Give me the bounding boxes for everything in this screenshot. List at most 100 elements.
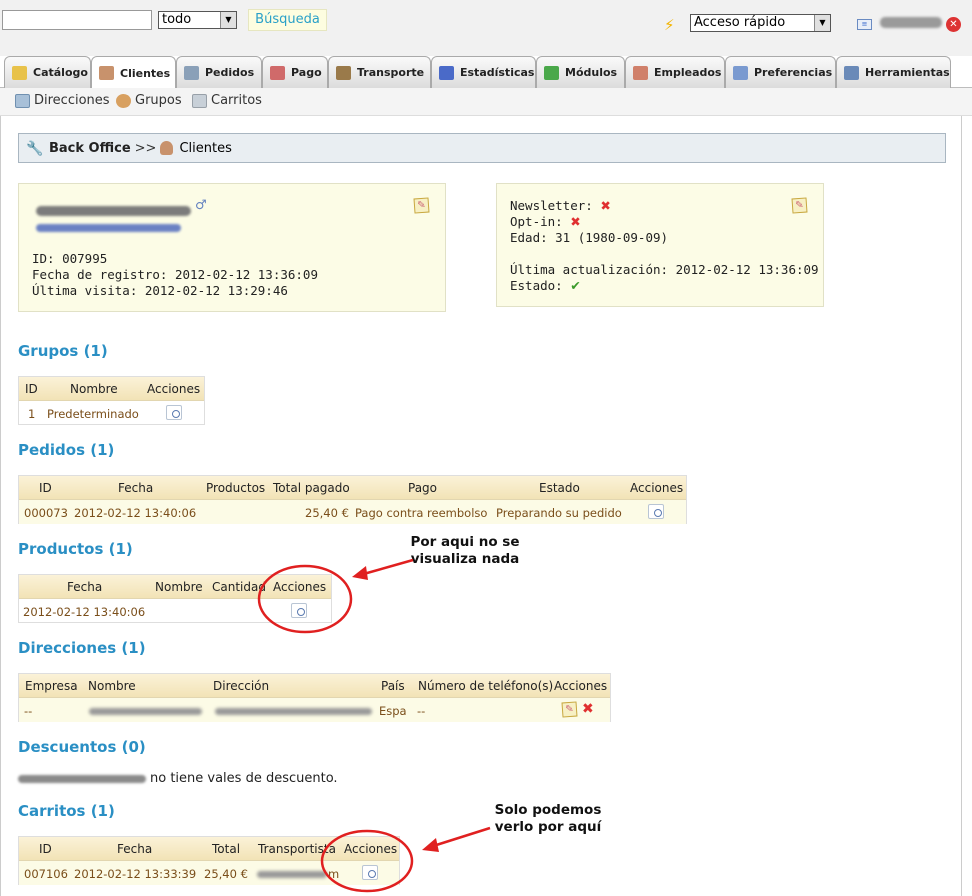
cell: m <box>328 867 340 881</box>
column-header: Fecha <box>117 842 153 856</box>
subnav-carritos[interactable]: Carritos <box>192 93 262 108</box>
address-redacted <box>215 708 372 715</box>
addresses-title: Direcciones (1) <box>18 639 146 657</box>
tab-catalogo[interactable]: Catálogo <box>4 56 91 88</box>
column-header: Transportista <box>258 842 336 856</box>
tab-clientes[interactable]: Clientes <box>91 56 176 89</box>
customer-info-box: ♂ ✎ ID: 007995 Fecha de registro: 2012-0… <box>18 183 446 312</box>
cell: Predeterminado <box>47 407 139 421</box>
search-button[interactable]: Búsqueda <box>248 9 327 31</box>
tab-pago[interactable]: Pago <box>262 56 328 88</box>
search-input[interactable] <box>2 10 152 30</box>
annotation-note-1: Por aqui no se visualiza nada <box>410 534 520 567</box>
cell: 000073 <box>24 506 68 520</box>
payment-icon <box>270 65 285 80</box>
cell: 2012-02-12 13:40:06 <box>74 506 197 520</box>
addresses-table: Empresa Nombre Dirección País Número de … <box>18 673 611 722</box>
bar-chart-icon <box>439 65 454 80</box>
cart-icon <box>184 65 199 80</box>
view-details-icon[interactable] <box>166 405 182 420</box>
column-header: Pago <box>408 481 438 495</box>
cart-icon <box>192 93 207 108</box>
column-header: Productos <box>206 481 266 495</box>
cell: 2012-02-12 13:40:06 <box>23 605 146 619</box>
table-row[interactable]: -- Espa -- ✎ ✖ <box>19 698 610 722</box>
column-header: Acciones <box>147 382 201 396</box>
chevron-down-icon: ▼ <box>814 15 830 31</box>
view-details-icon[interactable] <box>291 603 307 618</box>
annotation-note-2: Solo podemos verlo por aquí <box>494 802 602 835</box>
column-header: Acciones <box>344 842 398 856</box>
view-details-icon[interactable] <box>362 865 378 880</box>
cell: 2012-02-12 13:33:39 <box>74 867 197 881</box>
user-name-redacted <box>880 17 942 28</box>
logout-icon[interactable]: ✕ <box>946 17 961 32</box>
group-icon <box>116 93 131 108</box>
quick-access-select[interactable]: Acceso rápido ▼ <box>690 14 831 32</box>
tab-estadisticas[interactable]: Estadísticas <box>431 56 536 88</box>
tab-transporte[interactable]: Transporte <box>328 56 431 88</box>
table-row[interactable]: 007106 2012-02-12 13:33:39 25,40 € m <box>19 861 399 885</box>
customer-name-redacted <box>18 775 146 783</box>
tab-pedidos[interactable]: Pedidos <box>176 56 262 88</box>
carrier-redacted <box>257 871 327 878</box>
puzzle-icon <box>544 65 559 80</box>
column-header: Cantidad <box>212 580 266 594</box>
table-row[interactable]: 2012-02-12 13:40:06 <box>19 599 331 623</box>
column-header: ID <box>39 842 52 856</box>
id-card-icon[interactable]: ≡ <box>857 19 872 30</box>
search-scope-select[interactable]: todo ▼ <box>158 11 237 29</box>
edit-icon[interactable]: ✎ <box>413 197 430 214</box>
truck-icon <box>336 65 351 80</box>
customer-last-visit: Última visita: 2012-02-12 13:29:46 <box>32 283 288 298</box>
preferences-icon <box>733 65 748 80</box>
column-header: Fecha <box>118 481 154 495</box>
table-row[interactable]: 1 Predeterminado <box>19 401 204 425</box>
discounts-text: no tiene vales de descuento. <box>150 771 338 786</box>
column-header: Estado <box>539 481 580 495</box>
tab-empleados[interactable]: Empleados <box>625 56 725 88</box>
column-header: Nombre <box>155 580 203 594</box>
age-line: Edad: 31 (1980-09-09) <box>510 230 669 245</box>
quick-access-value: Acceso rápido <box>694 15 786 30</box>
employee-icon <box>633 65 648 80</box>
male-gender-icon: ♂ <box>195 198 207 213</box>
customer-email-redacted <box>36 224 181 232</box>
customer-registered: Fecha de registro: 2012-02-12 13:36:09 <box>32 267 318 282</box>
subnav-direcciones[interactable]: Direcciones <box>15 93 110 108</box>
breadcrumb-current: Clientes <box>179 140 232 156</box>
table-row[interactable]: 000073 2012-02-12 13:40:06 25,40 € Pago … <box>19 500 686 524</box>
column-header: Total <box>212 842 241 856</box>
user-icon <box>99 66 114 80</box>
orders-table: ID Fecha Productos Total pagado Pago Est… <box>18 475 687 524</box>
tab-preferencias[interactable]: Preferencias <box>725 56 836 88</box>
column-header: ID <box>25 382 38 396</box>
breadcrumb-root[interactable]: Back Office <box>49 141 131 156</box>
delete-icon[interactable]: ✖ <box>582 701 594 717</box>
cell: 007106 <box>24 867 68 881</box>
optin-line: Opt-in: ✖ <box>510 214 581 229</box>
table-header: ID Fecha Productos Total pagado Pago Est… <box>19 476 686 500</box>
column-header: Acciones <box>273 580 327 594</box>
column-header: Nombre <box>70 382 118 396</box>
address-book-icon <box>15 93 30 108</box>
tab-herramientas[interactable]: Herramientas <box>836 56 951 88</box>
subnav-grupos[interactable]: Grupos <box>116 93 182 108</box>
view-details-icon[interactable] <box>648 504 664 519</box>
user-icon <box>160 141 174 155</box>
chevron-down-icon: ▼ <box>220 12 236 28</box>
check-icon: ✔ <box>570 278 581 293</box>
cell: Espa <box>379 704 407 718</box>
cell: Pago contra reembolso <box>355 506 488 520</box>
main-tabs: Catálogo Clientes Pedidos Pago Transport… <box>0 56 972 89</box>
last-update-line: Última actualización: 2012-02-12 13:36:0… <box>510 262 819 277</box>
edit-icon[interactable]: ✎ <box>791 197 808 214</box>
tab-modulos[interactable]: Módulos <box>536 56 625 88</box>
customer-id: ID: 007995 <box>32 251 108 266</box>
wrench-icon: 🔧 <box>26 141 44 157</box>
state-line: Estado: ✔ <box>510 278 581 293</box>
column-header: Número de teléfono(s) <box>418 679 554 693</box>
cross-icon: ✖ <box>600 198 611 213</box>
edit-icon[interactable]: ✎ <box>561 701 578 718</box>
column-header: Total pagado <box>273 481 350 495</box>
